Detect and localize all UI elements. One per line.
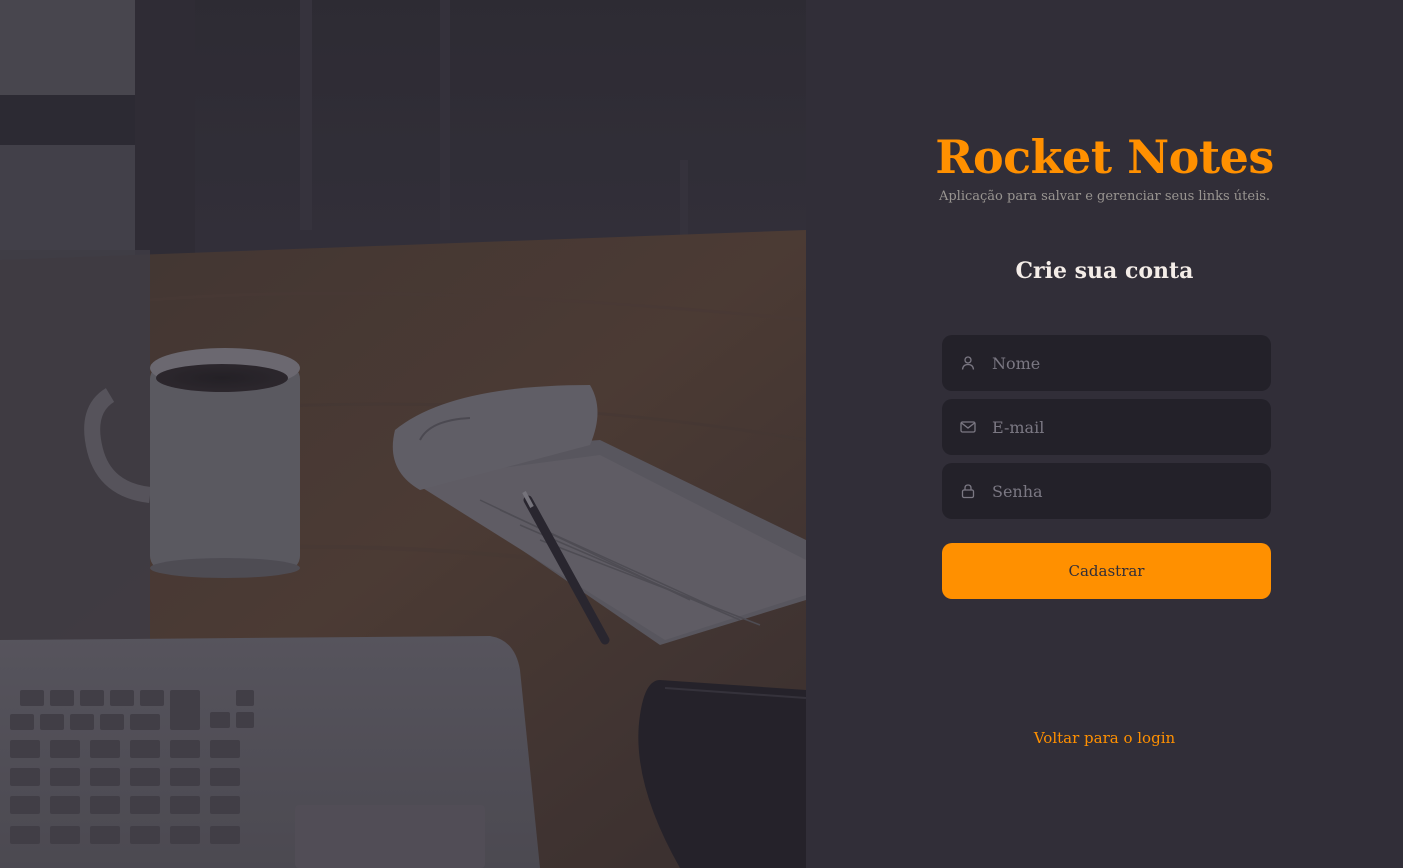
- desk-scene-illustration: [0, 0, 806, 868]
- password-field[interactable]: [942, 463, 1271, 519]
- form-heading: Crie sua conta: [1015, 258, 1194, 284]
- email-field[interactable]: [942, 399, 1271, 455]
- signup-button[interactable]: Cadastrar: [942, 543, 1271, 599]
- password-input[interactable]: [992, 463, 1271, 519]
- name-input[interactable]: [992, 335, 1271, 391]
- lock-icon: [960, 483, 976, 499]
- email-input[interactable]: [992, 399, 1271, 455]
- brand-subtitle: Aplicação para salvar e gerenciar seus l…: [938, 189, 1271, 204]
- signup-page: Rocket Notes Aplicação para salvar e ger…: [0, 0, 1403, 868]
- background-photo: [0, 0, 806, 868]
- mail-icon: [960, 419, 976, 435]
- brand-title: Rocket Notes: [935, 130, 1274, 184]
- back-to-login-link[interactable]: Voltar para o login: [806, 727, 1403, 749]
- signup-form-panel: Rocket Notes Aplicação para salvar e ger…: [806, 0, 1403, 868]
- name-field[interactable]: [942, 335, 1271, 391]
- user-icon: [960, 355, 976, 371]
